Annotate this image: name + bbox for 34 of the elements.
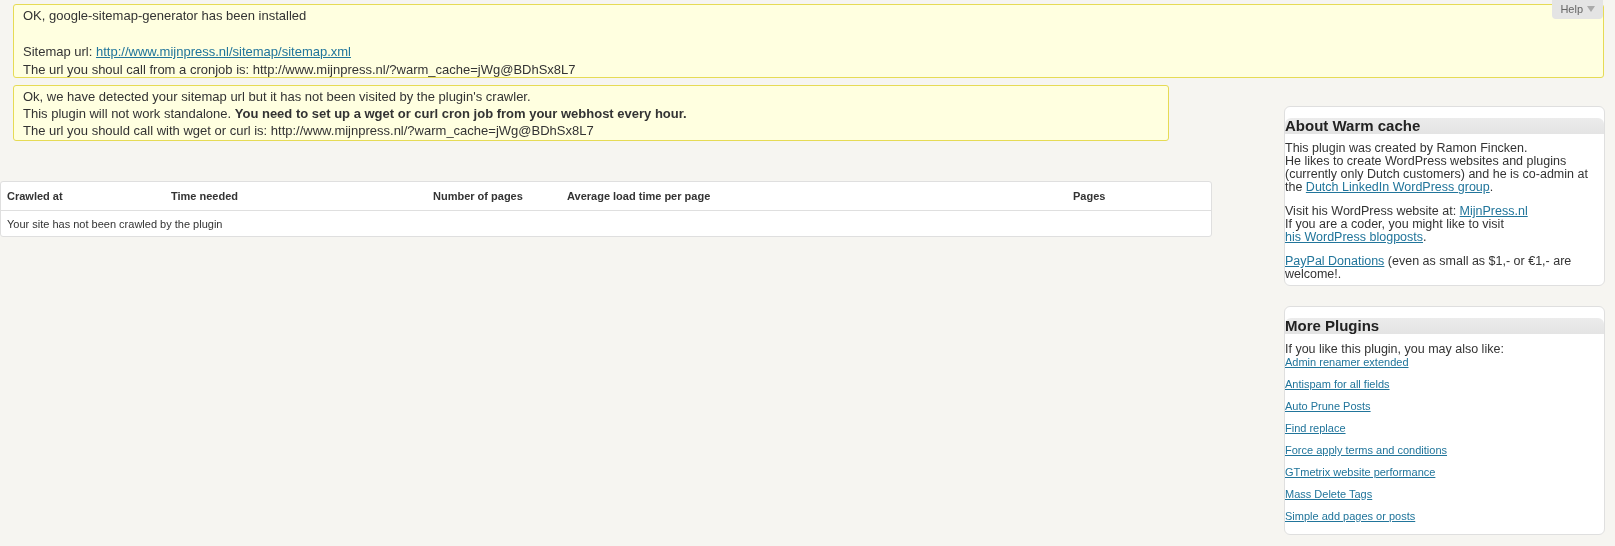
plugin-link[interactable]: Admin renamer extended — [1285, 356, 1409, 368]
notice-text: This plugin will not work standalone. You need to set up a wget or curl cron job from your webhost every hour. — [23, 105, 687, 122]
box-title: About Warm cache — [1285, 118, 1604, 134]
text-link[interactable]: MijnPress.nl — [1459, 204, 1528, 218]
notice-text: Sitemap url: http://www.mijnpress.nl/sitemap/sitemap.xml — [23, 43, 351, 61]
plugin-link[interactable]: Simple add pages or posts — [1285, 510, 1416, 522]
about-text: He likes to create WordPress websites and plugins (currently only Dutch customers) and he is co-admin at the Dutch LinkedIn WordPress group. — [1285, 155, 1589, 194]
about-text: PayPal Donations (even as small as $1,- or €1,- are welcome!. — [1285, 255, 1573, 281]
plugin-link[interactable]: Find replace — [1285, 422, 1346, 434]
column-header: Pages — [1072, 190, 1106, 202]
column-header: Number of pages — [432, 190, 524, 202]
about-text: This plugin was created by Ramon Fincken. — [1285, 142, 1529, 155]
column-header: Average load time per page — [566, 190, 712, 202]
caret-icon — [1587, 6, 1595, 12]
notice-text: The url you should call with wget or curl is: http://www.mijnpress.nl/?warm_cache=jWg@BDhSx8L7 — [23, 122, 594, 139]
intro-text: If you like this plugin, you may also like: — [1285, 342, 1505, 356]
column-header: Crawled at — [6, 190, 64, 202]
notice-text: The url you shoul call from a cronjob is: http://www.mijnpress.nl/?warm_cache=jWg@BDhSx8L7 — [23, 61, 576, 79]
empty-message: Your site has not been crawled by the plugin — [7, 217, 223, 230]
plugin-link[interactable]: Mass Delete Tags — [1285, 488, 1373, 500]
notice-text: Ok, we have detected your sitemap url but it has not been visited by the plugin's crawler. — [23, 88, 531, 105]
plugin-link[interactable]: Antispam for all fields — [1285, 378, 1390, 390]
plugin-link[interactable]: Force apply terms and conditions — [1285, 444, 1448, 456]
plugin-link[interactable]: Auto Prune Posts — [1285, 400, 1371, 412]
text-link[interactable]: PayPal Donations — [1285, 254, 1385, 268]
notice-text: OK, google-sitemap-generator has been installed — [23, 7, 307, 25]
about-text: Visit his WordPress website at: MijnPress.nl — [1285, 205, 1529, 218]
help-tab[interactable]: Help — [1552, 0, 1603, 19]
plugin-link[interactable]: GTmetrix website performance — [1285, 466, 1436, 478]
sitemap-link[interactable]: http://www.mijnpress.nl/sitemap/sitemap.xml — [96, 44, 351, 59]
text-link[interactable]: Dutch LinkedIn WordPress group — [1305, 180, 1490, 194]
box-title: More Plugins — [1285, 318, 1604, 334]
about-text: If you are a coder, you might like to visit his WordPress blogposts. — [1285, 218, 1504, 244]
column-header: Time needed — [170, 190, 240, 202]
